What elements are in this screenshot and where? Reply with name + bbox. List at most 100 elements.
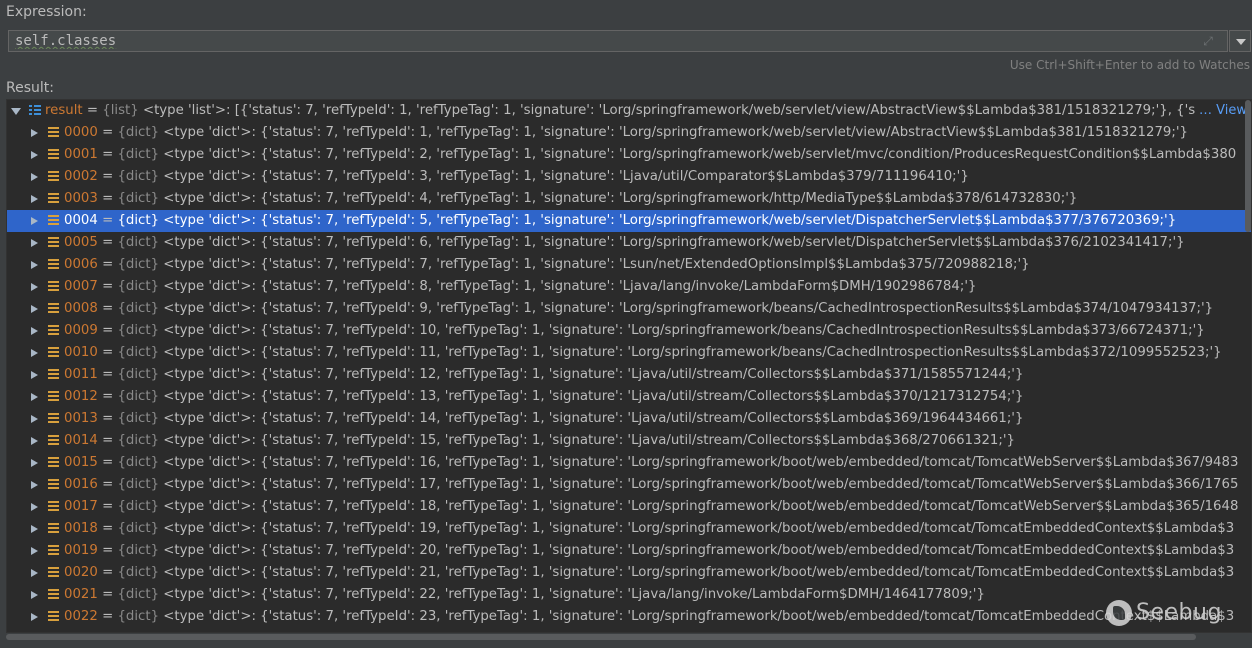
item-text: 0015 = {dict} <type 'dict'>: {'status': …: [64, 452, 1238, 474]
tree-item-row[interactable]: 0017 = {dict} <type 'dict'>: {'status': …: [7, 496, 1251, 518]
tree-item-row[interactable]: 0013 = {dict} <type 'dict'>: {'status': …: [7, 408, 1251, 430]
tree-item-row[interactable]: 0011 = {dict} <type 'dict'>: {'status': …: [7, 364, 1251, 386]
expand-arrow-icon[interactable]: [31, 459, 38, 467]
item-value: <type 'dict'>: {'status': 7, 'refTypeId'…: [163, 213, 1177, 228]
item-type: {dict}: [117, 125, 160, 140]
item-name: 0001: [64, 147, 98, 162]
tree-item-row[interactable]: 0008 = {dict} <type 'dict'>: {'status': …: [7, 298, 1251, 320]
tree-item-row[interactable]: 0007 = {dict} <type 'dict'>: {'status': …: [7, 276, 1251, 298]
item-name: 0017: [64, 499, 98, 514]
expand-arrow-icon[interactable]: [31, 305, 38, 313]
item-type: {dict}: [117, 521, 160, 536]
tree-item-row[interactable]: 0012 = {dict} <type 'dict'>: {'status': …: [7, 386, 1251, 408]
expand-arrow-icon[interactable]: [31, 393, 38, 401]
expand-arrow-icon[interactable]: [31, 415, 38, 423]
item-type: {dict}: [117, 345, 160, 360]
dict-icon: [48, 281, 59, 293]
dict-icon: [48, 611, 59, 623]
expand-arrow-icon[interactable]: [31, 613, 38, 621]
tree-item-row[interactable]: 0015 = {dict} <type 'dict'>: {'status': …: [7, 452, 1251, 474]
equals-sign: =: [97, 235, 118, 250]
item-type: {dict}: [117, 213, 160, 228]
item-value: <type 'dict'>: {'status': 7, 'refTypeId'…: [163, 433, 1015, 448]
item-value: <type 'dict'>: {'status': 7, 'refTypeId'…: [163, 301, 1214, 316]
tree-item-row[interactable]: 0010 = {dict} <type 'dict'>: {'status': …: [7, 342, 1251, 364]
expand-arrow-icon[interactable]: [31, 591, 38, 599]
expand-arrow-icon[interactable]: [31, 217, 38, 225]
tree-item-row[interactable]: 0004 = {dict} <type 'dict'>: {'status': …: [7, 210, 1251, 232]
item-text: 0009 = {dict} <type 'dict'>: {'status': …: [64, 320, 1205, 342]
expand-arrow-icon[interactable]: [31, 503, 38, 511]
equals-sign: =: [97, 169, 118, 184]
root-type: {list}: [102, 103, 139, 118]
tree-item-row[interactable]: 0019 = {dict} <type 'dict'>: {'status': …: [7, 540, 1251, 562]
item-text: 0021 = {dict} <type 'dict'>: {'status': …: [64, 584, 985, 606]
expression-field[interactable]: ⤢: [8, 30, 1228, 52]
item-value: <type 'dict'>: {'status': 7, 'refTypeId'…: [163, 235, 1185, 250]
dict-icon: [48, 215, 59, 227]
equals-sign: =: [97, 609, 118, 624]
expression-history-button[interactable]: [1229, 30, 1251, 52]
expand-arrow-icon[interactable]: [31, 481, 38, 489]
expression-input[interactable]: [9, 31, 1205, 51]
equals-sign: =: [97, 389, 118, 404]
tree-item-row[interactable]: 0016 = {dict} <type 'dict'>: {'status': …: [7, 474, 1251, 496]
dict-icon: [48, 391, 59, 403]
expand-arrow-icon[interactable]: [31, 151, 38, 159]
expand-arrow-icon[interactable]: [31, 437, 38, 445]
collapse-arrow-icon[interactable]: [11, 108, 21, 115]
item-type: {dict}: [117, 433, 160, 448]
equals-sign: =: [97, 125, 118, 140]
tree-item-row[interactable]: 0014 = {dict} <type 'dict'>: {'status': …: [7, 430, 1251, 452]
item-value: <type 'dict'>: {'status': 7, 'refTypeId'…: [163, 389, 1024, 404]
item-name: 0003: [64, 191, 98, 206]
expand-arrow-icon[interactable]: [31, 547, 38, 555]
item-value: <type 'dict'>: {'status': 7, 'refTypeId'…: [163, 345, 1222, 360]
item-type: {dict}: [117, 477, 160, 492]
item-name: 0000: [64, 125, 98, 140]
expand-arrow-icon[interactable]: [31, 261, 38, 269]
tree-item-row[interactable]: 0009 = {dict} <type 'dict'>: {'status': …: [7, 320, 1251, 342]
dict-icon: [48, 171, 59, 183]
view-link[interactable]: … View: [1195, 100, 1247, 122]
item-name: 0007: [64, 279, 98, 294]
tree-item-row[interactable]: 0006 = {dict} <type 'dict'>: {'status': …: [7, 254, 1251, 276]
item-text: 0020 = {dict} <type 'dict'>: {'status': …: [64, 562, 1234, 584]
expand-arrow-icon[interactable]: [31, 525, 38, 533]
item-text: 0018 = {dict} <type 'dict'>: {'status': …: [64, 518, 1234, 540]
item-name: 0010: [64, 345, 98, 360]
dict-icon: [48, 523, 59, 535]
tree-item-row[interactable]: 0001 = {dict} <type 'dict'>: {'status': …: [7, 144, 1251, 166]
item-name: 0014: [64, 433, 98, 448]
tree-item-row[interactable]: 0002 = {dict} <type 'dict'>: {'status': …: [7, 166, 1251, 188]
expand-icon[interactable]: ⤢: [1201, 34, 1215, 48]
dict-icon: [48, 347, 59, 359]
tree-item-row[interactable]: 0018 = {dict} <type 'dict'>: {'status': …: [7, 518, 1251, 540]
tree-item-row[interactable]: 0005 = {dict} <type 'dict'>: {'status': …: [7, 232, 1251, 254]
expand-arrow-icon[interactable]: [31, 129, 38, 137]
item-text: 0017 = {dict} <type 'dict'>: {'status': …: [64, 496, 1238, 518]
item-type: {dict}: [117, 301, 160, 316]
expand-arrow-icon[interactable]: [31, 239, 38, 247]
result-tree[interactable]: result = {list} <type 'list'>: [{'status…: [6, 99, 1252, 633]
expand-arrow-icon[interactable]: [31, 371, 38, 379]
expand-arrow-icon[interactable]: [31, 195, 38, 203]
tree-item-row[interactable]: 0000 = {dict} <type 'dict'>: {'status': …: [7, 122, 1251, 144]
equals-sign: =: [97, 191, 118, 206]
expand-arrow-icon[interactable]: [31, 349, 38, 357]
expand-arrow-icon[interactable]: [31, 327, 38, 335]
item-text: 0000 = {dict} <type 'dict'>: {'status': …: [64, 122, 1188, 144]
tree-root-row[interactable]: result = {list} <type 'list'>: [{'status…: [7, 100, 1251, 122]
tree-item-row[interactable]: 0020 = {dict} <type 'dict'>: {'status': …: [7, 562, 1251, 584]
tree-item-row[interactable]: 0003 = {dict} <type 'dict'>: {'status': …: [7, 188, 1251, 210]
expand-arrow-icon[interactable]: [31, 569, 38, 577]
horizontal-scrollbar[interactable]: [6, 634, 1196, 640]
tree-item-row[interactable]: 0021 = {dict} <type 'dict'>: {'status': …: [7, 584, 1251, 606]
view-link-label[interactable]: View: [1216, 103, 1247, 118]
tree-item-row[interactable]: 0022 = {dict} <type 'dict'>: {'status': …: [7, 606, 1251, 628]
expand-arrow-icon[interactable]: [31, 173, 38, 181]
expand-arrow-icon[interactable]: [31, 283, 38, 291]
vertical-scrollbar[interactable]: [1245, 100, 1251, 232]
item-name: 0012: [64, 389, 98, 404]
item-value: <type 'dict'>: {'status': 7, 'refTypeId'…: [163, 279, 977, 294]
